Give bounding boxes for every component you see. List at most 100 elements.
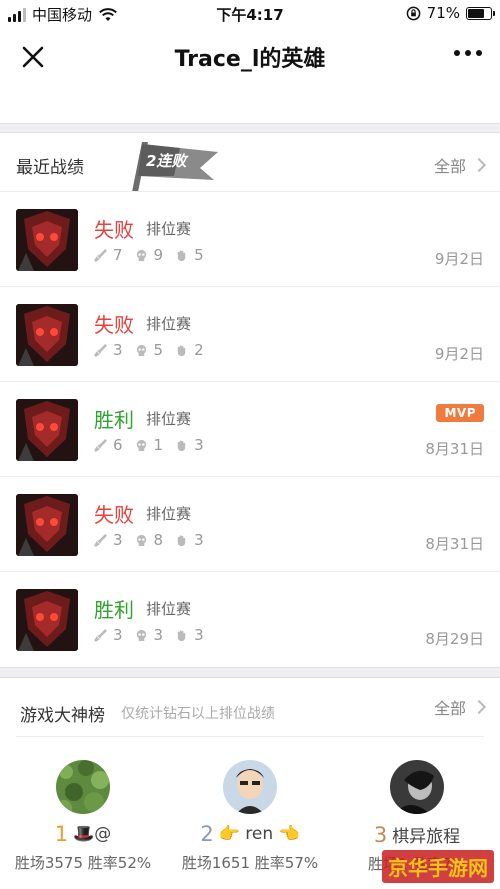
hand-icon	[177, 439, 186, 451]
nav-header: Trace_l的英雄	[0, 28, 500, 84]
player-name-line: 2 👉 ren 👈	[167, 822, 333, 846]
hand-icon	[177, 534, 186, 546]
match-result: 胜利	[94, 598, 134, 622]
deaths-count: 3	[153, 626, 164, 644]
streak-label: 2连败	[146, 152, 187, 170]
recent-more-label: 全部	[433, 157, 466, 176]
recent-more-link[interactable]: 全部	[433, 153, 487, 177]
player-name: 🎩@	[73, 824, 112, 844]
match-mode: 排位赛	[146, 505, 192, 523]
player-stats: 胜场3575 胜率52%	[14, 854, 152, 872]
match-result: 胜利	[94, 408, 134, 432]
leaderboard-player[interactable]: 1 🎩@ 胜场3575 胜率52%	[0, 760, 166, 873]
deaths-count: 1	[153, 436, 164, 454]
player-rank: 3	[373, 822, 388, 847]
skull-icon	[136, 344, 146, 356]
match-date: 8月31日	[425, 440, 484, 458]
leaderboard-player[interactable]: 2 👉 ren 👈 胜场1651 胜率57%	[167, 760, 333, 873]
watermark: 京华手游网	[382, 850, 494, 883]
kills-count: 3	[113, 626, 123, 644]
match-row[interactable]: 胜利 排位赛 3 3 3 8月29日	[0, 571, 500, 666]
player-name: 棋异旅程	[392, 827, 461, 847]
kda-stats: 3 5 2	[94, 341, 216, 359]
skull-icon	[136, 534, 146, 546]
kda-stats: 3 3 3	[94, 626, 216, 644]
section-divider	[0, 667, 500, 678]
sword-icon	[94, 533, 107, 547]
recent-title: 最近战绩	[16, 158, 84, 178]
hero-avatar	[16, 494, 78, 556]
kda-stats: 6 1 3	[94, 436, 216, 454]
skull-icon	[136, 249, 146, 261]
battery-percent: 71%	[426, 4, 460, 22]
match-row[interactable]: 失败 排位赛 7 9 5 9月2日	[0, 191, 500, 286]
player-stats: 胜场1651 胜率57%	[181, 854, 319, 872]
mvp-badge: MVP	[436, 404, 484, 422]
player-name-line: 1 🎩@	[0, 822, 166, 846]
assists-count: 3	[194, 436, 204, 454]
player-rank: 1	[54, 822, 69, 846]
chevron-right-icon	[471, 157, 487, 173]
hand-icon	[177, 249, 186, 261]
status-bar: 中国移动 下午4:17 71%	[0, 0, 500, 28]
match-date: 9月2日	[434, 345, 484, 363]
hero-avatar	[16, 304, 78, 366]
divider	[16, 736, 484, 737]
player-name: 👉 ren 👈	[218, 824, 300, 844]
kills-count: 3	[113, 531, 123, 549]
match-row[interactable]: 失败 排位赛 3 8 3 8月31日	[0, 476, 500, 571]
sword-icon	[94, 628, 107, 642]
match-row[interactable]: 胜利 排位赛 MVP 6 1 3 8月31日	[0, 381, 500, 476]
match-date: 8月29日	[425, 630, 484, 648]
player-rank: 2	[200, 822, 214, 846]
leaderboard-subtitle: 仅统计钻石以上排位战绩	[121, 706, 275, 722]
leaderboard-more-label: 全部	[433, 699, 466, 718]
player-name-line: 3 棋异旅程	[334, 822, 500, 848]
match-row[interactable]: 失败 排位赛 3 5 2 9月2日	[0, 286, 500, 381]
match-mode: 排位赛	[146, 315, 192, 333]
skull-icon	[136, 629, 146, 641]
assists-count: 3	[194, 626, 204, 644]
kda-stats: 3 8 3	[94, 531, 216, 549]
kills-count: 6	[113, 436, 123, 454]
kills-count: 7	[113, 246, 123, 264]
sword-icon	[94, 438, 107, 452]
kills-count: 3	[113, 341, 123, 359]
page-title: Trace_l的英雄	[174, 47, 326, 72]
hero-avatar	[16, 589, 78, 651]
match-result: 失败	[94, 218, 134, 242]
hand-icon	[177, 344, 186, 356]
more-options-icon[interactable]	[454, 50, 482, 56]
assists-count: 5	[194, 246, 204, 264]
sword-icon	[94, 343, 107, 357]
assists-count: 2	[194, 341, 204, 359]
rotation-lock-icon	[406, 6, 420, 20]
player-avatar	[56, 760, 110, 814]
match-mode: 排位赛	[146, 410, 192, 428]
recent-header: 最近战绩 全部	[0, 133, 500, 191]
player-avatar	[390, 760, 444, 814]
chevron-right-icon	[471, 699, 487, 715]
sword-icon	[94, 248, 107, 262]
leaderboard-title: 游戏大神榜	[20, 706, 105, 726]
player-avatar	[223, 760, 277, 814]
hero-avatar	[16, 209, 78, 271]
deaths-count: 8	[153, 531, 164, 549]
match-date: 9月2日	[434, 250, 484, 268]
assists-count: 3	[194, 531, 204, 549]
match-mode: 排位赛	[146, 600, 192, 618]
match-mode: 排位赛	[146, 220, 192, 238]
match-result: 失败	[94, 503, 134, 527]
leaderboard-more-link[interactable]: 全部	[433, 695, 487, 719]
section-divider	[0, 123, 500, 133]
deaths-count: 5	[153, 341, 164, 359]
hand-icon	[177, 629, 186, 641]
deaths-count: 9	[153, 246, 164, 264]
hero-avatar	[16, 399, 78, 461]
match-list: 失败 排位赛 7 9 5 9月2日 失败 排位赛 3 5 2 9月2日 胜利 排…	[0, 191, 500, 666]
match-date: 8月31日	[425, 535, 484, 553]
status-right: 71%	[406, 4, 495, 22]
skull-icon	[136, 439, 146, 451]
match-result: 失败	[94, 313, 134, 337]
kda-stats: 7 9 5	[94, 246, 216, 264]
